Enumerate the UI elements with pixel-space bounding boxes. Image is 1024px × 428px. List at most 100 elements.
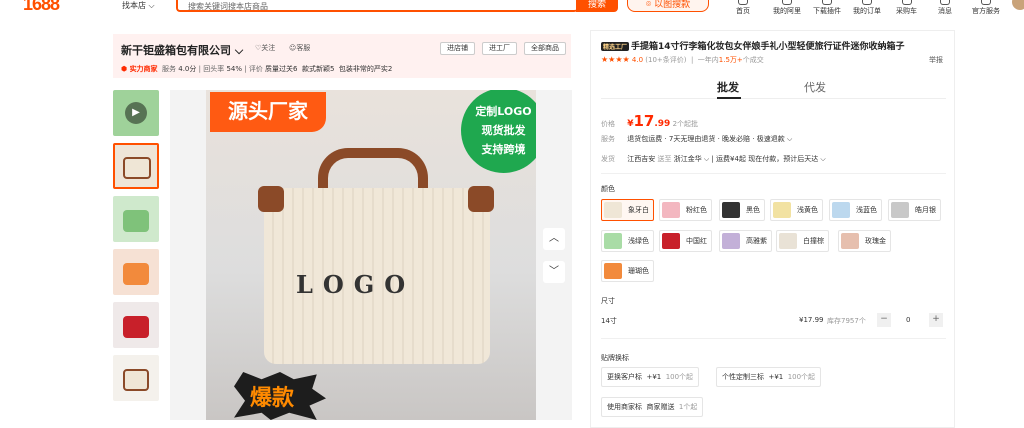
custom-option[interactable]: 个性定制三标 +¥1 100个起 (716, 367, 822, 387)
gallery-down-button[interactable]: ﹀ (543, 261, 565, 283)
feature-badge: 定制LOGO 现货批发 支持跨境 (461, 90, 536, 173)
customer-service-button[interactable]: ☺客服 (289, 43, 310, 53)
color-option[interactable]: 皓月银 (888, 199, 941, 221)
follow-button[interactable]: ♡关注 (255, 43, 275, 53)
thumbnail-image[interactable] (113, 302, 159, 348)
color-option[interactable]: 粉红色 (659, 199, 712, 221)
color-name: 粉红色 (686, 206, 707, 214)
color-option[interactable]: 中国红 (659, 230, 712, 252)
nav-my-orders[interactable]: 我的订单 (853, 0, 881, 16)
quantity-minus-button[interactable]: − (877, 313, 891, 327)
nav-label: 我的订单 (853, 7, 881, 15)
thumbnail-image[interactable] (113, 355, 159, 401)
shop-name[interactable]: 新干钜盛箱包有限公司 ⌵ (121, 42, 243, 58)
color-option[interactable]: 象牙白 (601, 199, 654, 221)
play-icon: ▶ (125, 102, 147, 124)
camera-icon: ⌾ (645, 0, 652, 10)
color-name: 浅蓝色 (856, 206, 877, 214)
tab-underline (717, 97, 741, 99)
search-button[interactable]: 搜索 (576, 0, 618, 12)
option-name: 个性定制三标 (722, 373, 764, 381)
nav-cart[interactable]: 采购车 (896, 0, 917, 16)
hot-sale-label: 爆款 (250, 386, 295, 411)
custom-label-title: 贴牌换标 (601, 354, 629, 362)
color-option[interactable]: 黑色 (719, 199, 765, 221)
review-count[interactable]: (10+条评价) (645, 56, 686, 64)
custom-option[interactable]: 使用商家标 商家赠送 1个起 (601, 397, 704, 417)
product-photo: 源头厂家 定制LOGO 现货批发 支持跨境 LOGO 爆款 (206, 90, 536, 420)
color-label: 颜色 (601, 185, 615, 193)
service-text: 退货包运费 · 7天无理由退货 · 晚发必赔 · 极速退款 ⌵ (627, 135, 793, 143)
color-name: 中国红 (686, 237, 707, 245)
ship-from: 江西吉安 (627, 155, 656, 163)
ship-to-word: 送至 (657, 155, 672, 163)
find-shop-label: 找本店 (122, 1, 146, 10)
thumbnail-image[interactable] (113, 143, 159, 189)
tab-dropship[interactable]: 代发 (804, 79, 826, 95)
image-search-label: 以图搜款 (654, 0, 691, 10)
suitcase-icon (123, 316, 149, 338)
suitcase-icon (123, 369, 149, 391)
thumbnail-image[interactable] (113, 249, 159, 295)
image-search-button[interactable]: ⌾ 以图搜款 (627, 0, 709, 12)
ship-to-dropdown[interactable]: 浙江金华 ⌵ (674, 155, 710, 163)
gallery-up-button[interactable]: ︿ (543, 228, 565, 250)
message-icon (940, 0, 950, 5)
custom-option[interactable]: 更换客户标 +¥1 100个起 (601, 367, 700, 387)
nav-messages[interactable]: 消息 (938, 0, 952, 16)
color-option[interactable]: 浅绿色 (601, 230, 654, 252)
thumbnail-video[interactable]: ▶ (113, 90, 159, 136)
nav-home[interactable]: 首页 (736, 0, 750, 16)
delivery-estimate[interactable]: 现在付款，预计后天达 ⌵ (748, 155, 826, 163)
enter-shop-button[interactable]: 进店铺 (440, 42, 475, 55)
nav-download-plugin[interactable]: 下载插件 (813, 0, 841, 16)
stat-key: 回头率 (203, 65, 225, 73)
shipping-fee: 运费¥4起 (716, 155, 746, 163)
top-bar: 1688 找本店 ⌵ 搜索关键词搜本店商品 搜索 ⌾ 以图搜款 首页 我的阿里 … (0, 0, 1024, 16)
cart-icon (901, 0, 912, 5)
rating-row: ★★★★ 4.0 (10+条评价) | 一年内1.5万+个成交 (601, 55, 764, 64)
nav-official-service[interactable]: 官方服务 (972, 0, 1000, 16)
shipping-label: 发货 (601, 155, 615, 163)
slogan-banner: 源头厂家 (210, 92, 326, 132)
color-name: 象牙白 (628, 206, 649, 214)
color-swatch (662, 202, 680, 218)
avatar[interactable] (1012, 0, 1024, 10)
suitcase-icon (123, 263, 149, 285)
quantity-input[interactable]: 0 (906, 316, 910, 324)
main-product-image[interactable]: 源头厂家 定制LOGO 现货批发 支持跨境 LOGO 爆款 (170, 90, 572, 420)
color-name: 珊瑚色 (628, 267, 649, 275)
option-moq: 1个起 (678, 403, 698, 411)
site-logo[interactable]: 1688 (23, 0, 60, 15)
color-swatch (604, 233, 622, 249)
color-name: 浅绿色 (628, 237, 649, 245)
find-shop-dropdown[interactable]: 找本店 ⌵ (122, 0, 155, 11)
download-icon (822, 0, 832, 5)
thumbnail-image[interactable] (113, 196, 159, 242)
color-option[interactable]: 浅蓝色 (829, 199, 882, 221)
chevron-down-icon: ﹀ (549, 266, 559, 277)
color-option[interactable]: 白撞棕 (776, 230, 829, 252)
color-name: 玫瑰金 (865, 237, 886, 245)
color-option[interactable]: 浅黄色 (770, 199, 823, 221)
follow-label: 关注 (261, 44, 276, 52)
service-row[interactable]: 服务 退货包运费 · 7天无理由退货 · 晚发必赔 · 极速退款 ⌵ (601, 134, 792, 144)
color-swatch (722, 233, 740, 249)
report-link[interactable]: 举报 (929, 55, 943, 65)
all-products-button[interactable]: 全部商品 (524, 42, 566, 55)
nav-label: 消息 (938, 7, 952, 15)
stat-key: 评价 (248, 65, 263, 73)
stat-value: 4.0分 (178, 65, 197, 73)
divider (601, 338, 946, 339)
nav-my-ali[interactable]: 我的阿里 (773, 0, 801, 16)
search-input[interactable]: 搜索关键词搜本店商品 (176, 0, 578, 12)
stat-key: 服务 (162, 65, 177, 73)
tab-wholesale[interactable]: 批发 (717, 79, 739, 95)
enter-factory-button[interactable]: 进工厂 (482, 42, 517, 55)
color-option[interactable]: 珊瑚色 (601, 260, 654, 282)
color-option[interactable]: 高雅紫 (719, 230, 772, 252)
quantity-plus-button[interactable]: + (929, 313, 943, 327)
product-title: 精选工厂 手提箱14寸行李箱化妆包女伴娘手礼小型轻便旅行证件迷你收纳箱子 (601, 39, 905, 52)
color-option[interactable]: 玫瑰金 (838, 230, 891, 252)
order-icon (862, 0, 872, 5)
